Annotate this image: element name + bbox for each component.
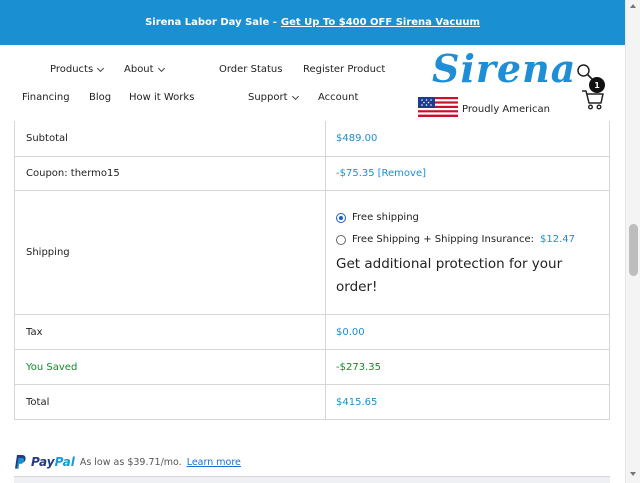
page-scrollbar[interactable] [625,0,640,483]
nav-about-label: About [124,64,154,75]
tax-label: Tax [15,315,326,349]
nav-products-label: Products [50,64,94,75]
nav-blog[interactable]: Blog [89,92,111,103]
shipping-options: Free shipping Free Shipping + Shipping I… [326,191,609,314]
chevron-down-icon [291,92,299,100]
paypal-logo: PayPal [31,455,75,469]
subtotal-label: Subtotal [15,121,326,156]
logo-wordmark: Sirena [432,46,577,91]
you-saved-value: -$273.35 [336,361,381,373]
protection-note: Get additional protection for your order… [336,255,563,295]
totals-row-shipping: Shipping Free shipping Free Shipping + S… [15,190,609,314]
paypal-logo-pay: Pay [31,455,55,469]
scroll-down-arrow-icon[interactable] [630,472,636,476]
nav-order-status[interactable]: Order Status [219,64,282,75]
scrollbar-thumb[interactable] [629,224,638,276]
promo-banner: Sirena Labor Day Sale - Get Up To $400 O… [0,0,625,45]
american-flag-icon [418,97,458,117]
paypal-logo-pal: Pal [54,455,75,469]
radio-unselected-icon[interactable] [336,234,346,245]
shipping-label: Shipping [15,191,326,314]
totals-row-total: Total $415.65 [15,384,609,419]
nav-account-label: Account [318,92,359,103]
radio-selected-icon[interactable] [336,212,346,223]
nav-support[interactable]: Support [248,92,299,103]
paypal-financing-text: As low as $39.71/mo. [79,456,182,468]
nav-support-label: Support [248,92,288,103]
shipping-insurance-price: $12.47 [540,234,575,245]
site-header: Products About Order Status Register Pro… [0,45,625,121]
tax-value: $0.00 [336,326,365,338]
paypal-message: PayPal As low as $39.71/mo. Learn more [14,454,241,470]
totals-row-tax: Tax $0.00 [15,314,609,349]
paypal-icon [15,455,26,469]
coupon-label: Coupon: thermo15 [15,157,326,190]
total-label: Total [15,385,326,419]
next-section-edge [14,476,610,483]
nav-about[interactable]: About [124,64,165,75]
totals-row-coupon: Coupon: thermo15 -$75.35 [Remove] [15,156,609,190]
you-saved-label: You Saved [15,350,326,384]
coupon-value: -$75.35 [336,168,375,179]
cart-totals-table: Subtotal $489.00 Coupon: thermo15 -$75.3… [14,121,610,420]
brand-tagline: Proudly American [462,104,551,115]
promo-link[interactable]: Get Up To $400 OFF Sirena Vacuum [281,17,480,28]
nav-how-it-works-label: How it Works [129,92,195,103]
shipping-option-free-label: Free shipping [352,212,419,223]
nav-register-product-label: Register Product [303,64,386,75]
nav-products[interactable]: Products [50,64,105,75]
nav-how-it-works[interactable]: How it Works [129,92,194,103]
nav-order-status-label: Order Status [219,64,283,75]
shipping-option-insurance[interactable]: Free Shipping + Shipping Insurance: $12.… [336,229,575,251]
shipping-option-insurance-label: Free Shipping + Shipping Insurance: [352,234,534,245]
shipping-option-free[interactable]: Free shipping [336,207,419,229]
subtotal-value: $489.00 [336,133,378,144]
promo-text: Sirena Labor Day Sale - [145,17,277,28]
totals-row-saved: You Saved -$273.35 [15,349,609,384]
totals-row-subtotal: Subtotal $489.00 [15,121,609,156]
sirena-logo[interactable]: Sirena Proudly American [418,46,575,117]
nav-financing[interactable]: Financing [22,92,70,103]
nav-financing-label: Financing [22,92,70,103]
remove-coupon-link[interactable]: [Remove] [378,168,426,179]
scroll-up-arrow-icon[interactable] [630,4,636,8]
nav-blog-label: Blog [89,92,112,103]
cart-count-badge: 1 [589,77,605,93]
coupon-cell: -$75.35 [Remove] [326,157,609,190]
chevron-down-icon [157,64,165,72]
paypal-learn-more-link[interactable]: Learn more [187,457,241,468]
nav-register-product[interactable]: Register Product [303,64,385,75]
chevron-down-icon [97,64,105,72]
total-value: $415.65 [336,396,378,408]
nav-account[interactable]: Account [318,92,358,103]
